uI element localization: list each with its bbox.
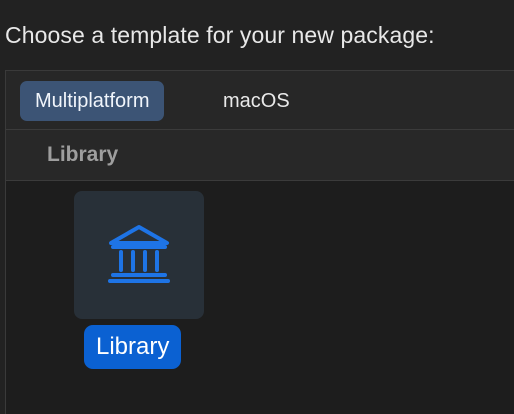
prompt-text: Choose a template for your new package: [5,22,435,48]
library-columns-icon [108,225,170,283]
tab-multiplatform[interactable]: Multiplatform [20,81,165,121]
section-title: Library [47,143,119,166]
template-icon-tile[interactable] [74,191,204,319]
platform-tab-bar: Multiplatform macOS [6,71,514,130]
template-chooser-window: Choose a template for your new package: … [0,0,514,414]
template-label[interactable]: Library [84,325,182,369]
section-header-library: Library [6,130,514,181]
template-library[interactable]: Library [74,191,204,371]
tab-macos[interactable]: macOS [208,81,305,121]
template-panel: Multiplatform macOS Library Library [5,70,514,414]
